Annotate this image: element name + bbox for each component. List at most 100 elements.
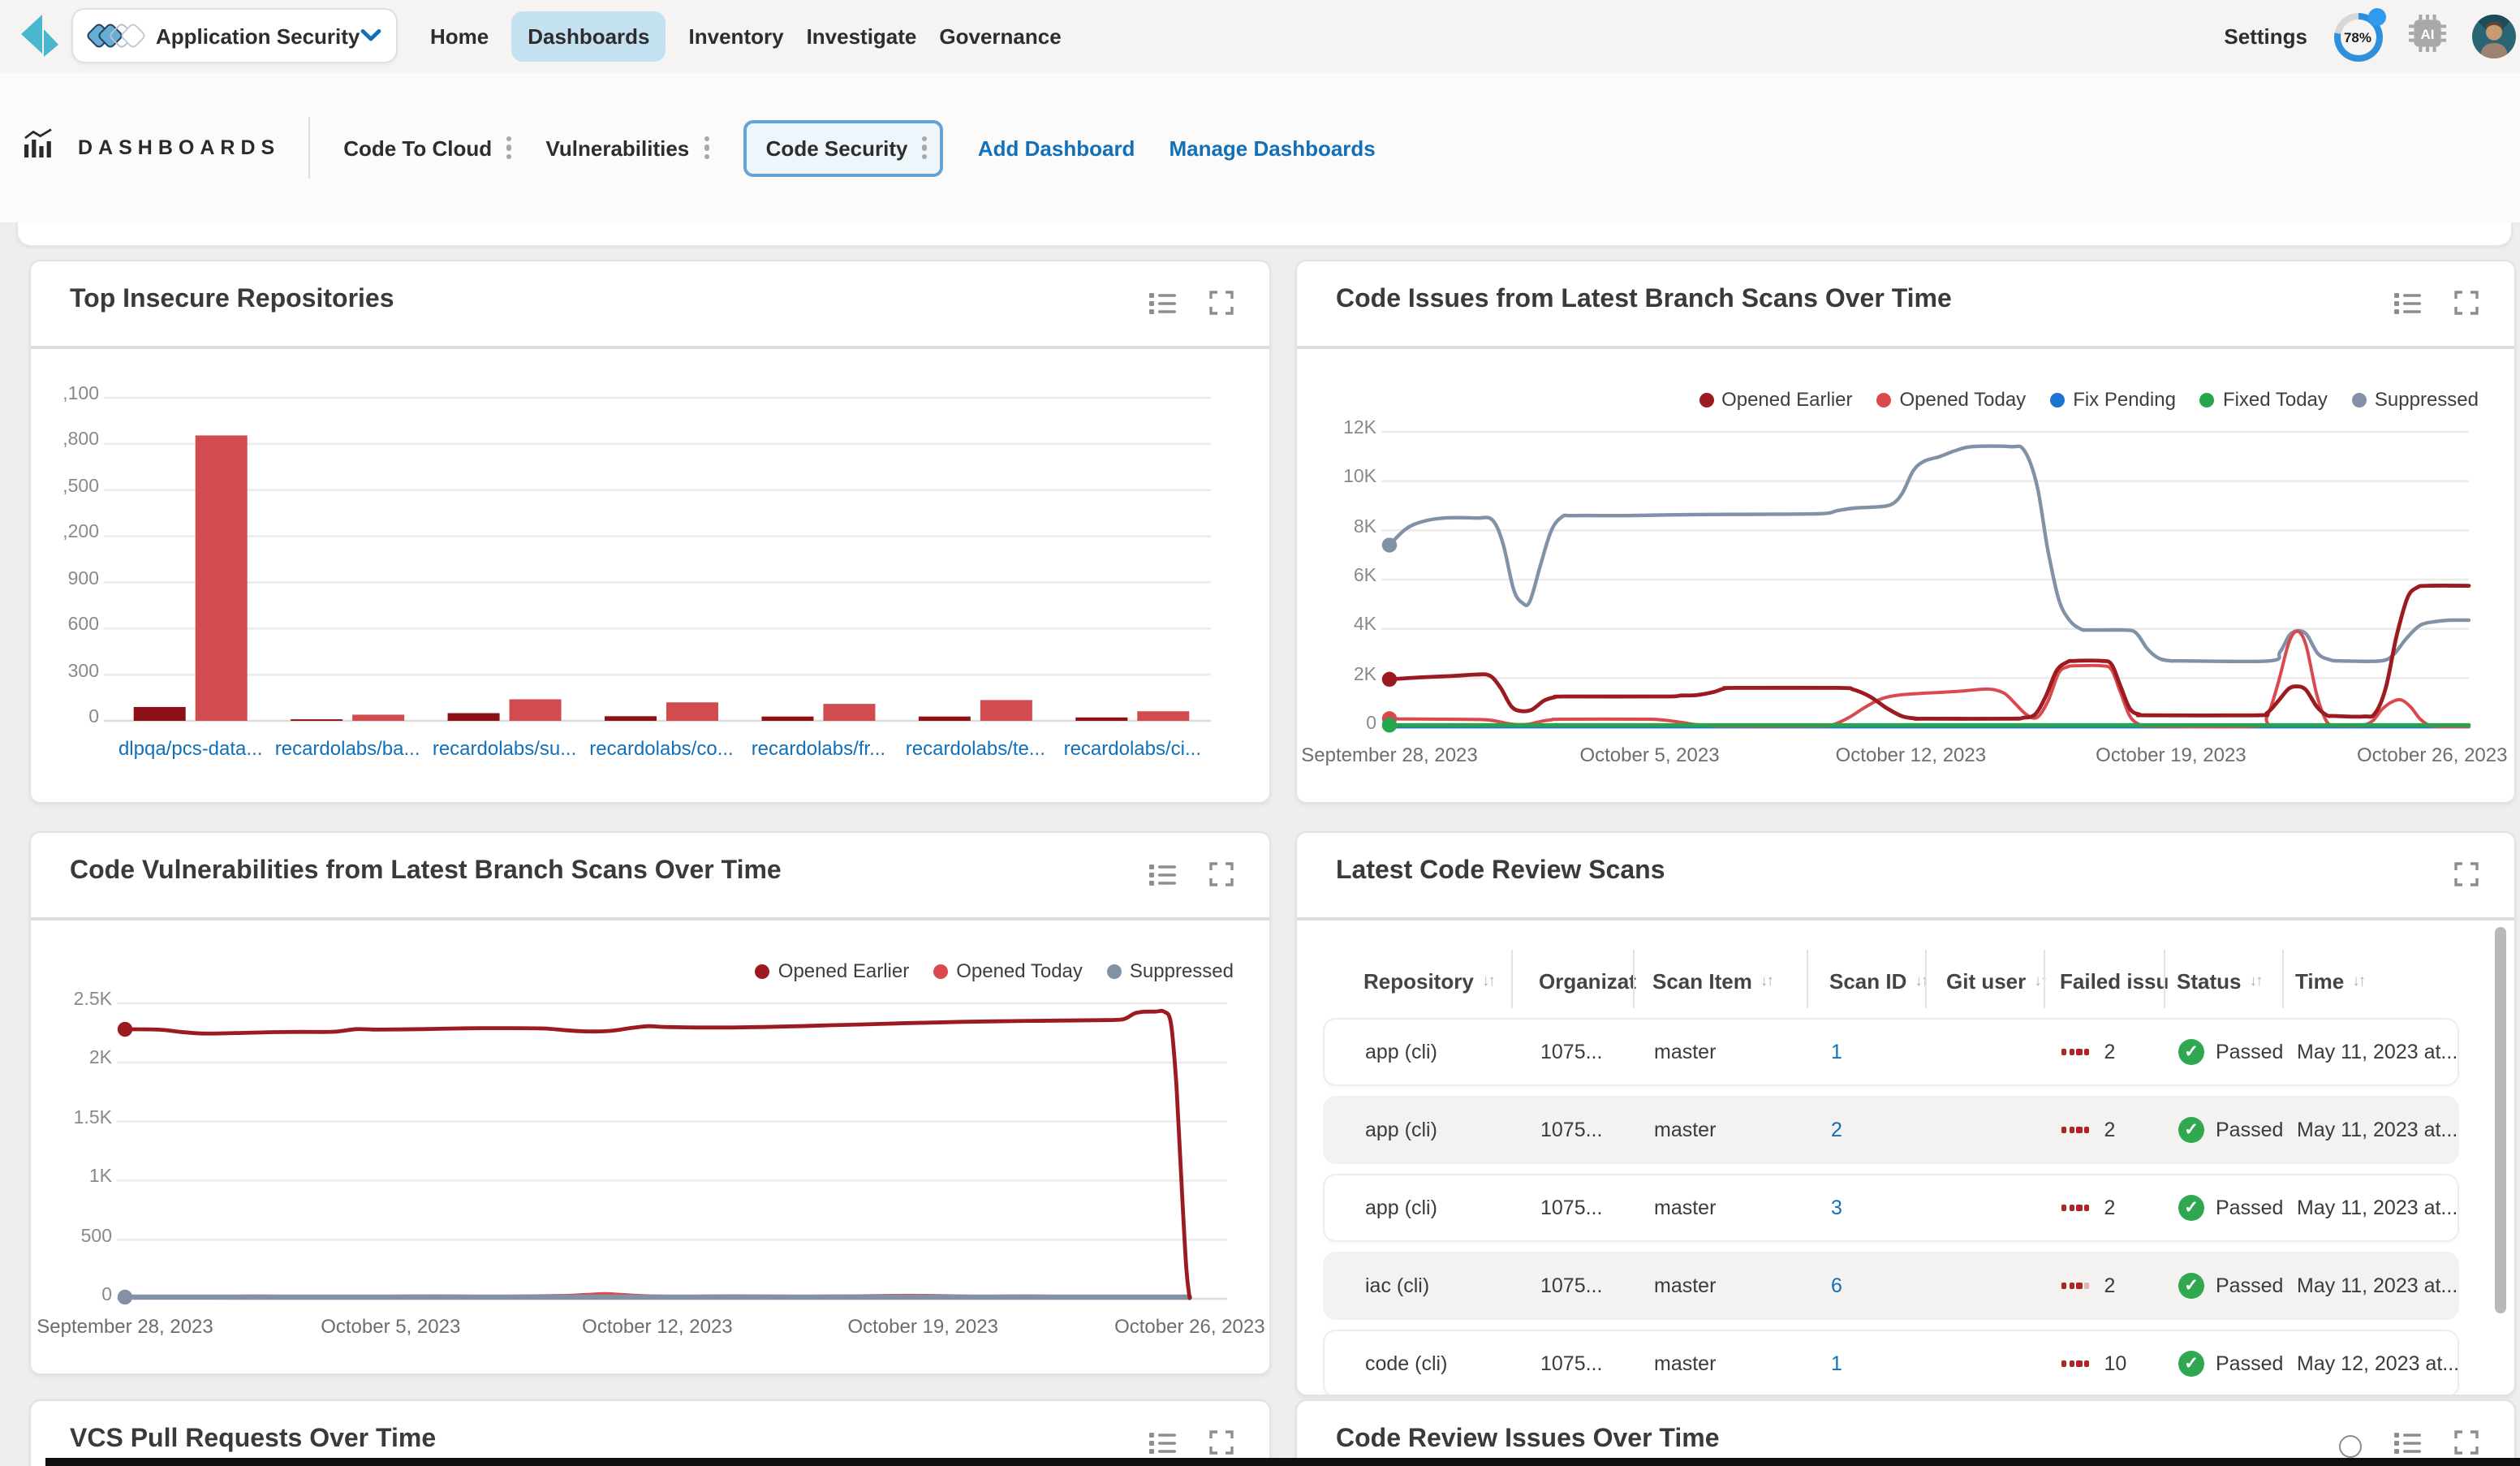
series-line-opened-earlier [125,1011,1190,1298]
column-header-scan-item[interactable]: Scan Item↓↑ [1652,959,1773,1002]
nav-home[interactable]: Home [430,24,489,49]
scan-id-link[interactable]: 1 [1831,1020,1842,1084]
bottom-edge-band [45,1458,2520,1466]
y-tick-label: 12K [1299,419,1376,438]
progress-value: 78% [2340,19,2376,54]
passed-check-icon: ✓ [2178,1117,2204,1143]
passed-check-icon: ✓ [2178,1039,2204,1065]
bar[interactable] [605,716,657,721]
bar[interactable] [823,704,875,721]
column-header-scan-id[interactable]: Scan ID↓↑ [1829,959,1927,1002]
x-axis-label: September 28, 2023 [37,1315,213,1338]
progress-ring[interactable]: 78% [2333,12,2382,61]
bar[interactable] [919,717,971,721]
card-code-issues-over-time: Code Issues from Latest Branch Scans Ove… [1295,260,2516,804]
nav-governance[interactable]: Governance [939,24,1061,49]
card-code-review-issues-over-time: Code Review Issues Over Time [1295,1399,2516,1466]
scan-id-link[interactable]: 2 [1831,1097,1842,1162]
column-divider [2282,950,2284,1008]
y-tick-label: 1K [34,1167,112,1187]
add-dashboard-link[interactable]: Add Dashboard [978,136,1135,160]
column-header-repository[interactable]: Repository↓↑ [1363,959,1494,1002]
x-axis-label: October 12, 2023 [1836,744,1986,766]
y-tick-label: 4K [1299,616,1376,636]
failed-issues-dots-icon [2061,1050,2090,1054]
scan-id-link[interactable]: 6 [1831,1253,1842,1318]
manage-dashboards-link[interactable]: Manage Dashboards [1169,136,1375,160]
x-axis-label: October 19, 2023 [847,1315,997,1338]
nav-settings[interactable]: Settings [2224,24,2307,49]
dashboard-tab-vulnerabilities[interactable]: Vulnerabilities [546,136,709,160]
avatar[interactable] [2471,15,2515,58]
bar[interactable] [352,714,404,721]
series-start-dot [1382,718,1397,732]
nav-inventory[interactable]: Inventory [689,24,784,49]
column-divider [2164,950,2165,1008]
y-tick-label: 0 [29,708,99,727]
table-scrollbar[interactable] [2495,927,2506,1313]
x-axis-label: October 26, 2023 [2357,744,2507,766]
sort-icon[interactable]: ↓↑ [1482,972,1494,990]
bar[interactable] [1137,711,1189,721]
column-header-status[interactable]: Status↓↑ [2177,959,2261,1002]
svg-text:AI: AI [2420,26,2434,41]
y-tick-label: 6K [1299,567,1376,586]
sort-icon[interactable]: ↓↑ [2352,972,2364,990]
repository-link[interactable]: recardolabs/su... [433,737,576,760]
bar[interactable] [291,719,342,721]
y-tick-label: 2K [1299,665,1376,684]
repository-link[interactable]: recardolabs/co... [589,737,733,760]
ai-chip-icon[interactable]: AI [2408,14,2445,59]
bar-chart-icon [23,128,54,167]
nav-dashboards[interactable]: Dashboards [511,11,666,62]
kebab-menu-icon[interactable] [923,136,928,159]
column-divider [1925,950,1927,1008]
scan-id-link[interactable]: 1 [1831,1331,1842,1396]
partially-scrolled-card-edge [16,222,2512,247]
repository-link[interactable]: recardolabs/te... [906,737,1045,760]
table-row: app (cli)1075...master22✓PassedMay 11, 2… [1323,1096,2459,1164]
card-title: VCS Pull Requests Over Time [70,1425,436,1455]
y-tick-label: ,200 [29,524,99,543]
bar[interactable] [196,435,248,721]
notification-dot-icon [2367,7,2385,25]
bar[interactable] [980,700,1032,721]
line-chart: 02K4K6K8K10K12KSeptember 28, 2023October… [1297,261,2514,802]
failed-issues-dots-icon [2061,1205,2090,1210]
bar[interactable] [134,707,186,721]
bar[interactable] [666,702,718,721]
dashboard-tab-code-security-selected[interactable]: Code Security [743,119,944,176]
app-root: Application Security Home Dashboards Inv… [0,0,2520,1466]
failed-issues-dots-icon [2061,1128,2090,1132]
repository-link[interactable]: dlpqa/pcs-data... [118,737,262,760]
repository-link[interactable]: recardolabs/ba... [275,737,420,760]
bar[interactable] [1075,718,1127,721]
column-header-organizat: Organizat [1539,959,1636,1002]
bar-chart: 0300600900,200,500,800,100dlpqa/pcs-data… [31,261,1269,802]
sort-icon[interactable]: ↓↑ [1760,972,1773,990]
repository-link[interactable]: recardolabs/ci... [1064,737,1201,760]
scans-table: Repository↓↑ Organizat Scan Item↓↑ Scan ID↓… [1297,833,2514,1395]
failed-issues-dots-icon [2061,1361,2090,1366]
kebab-menu-icon[interactable] [506,136,511,159]
y-tick-label: 1.5K [34,1109,112,1128]
bar[interactable] [510,699,562,721]
nav-investigate[interactable]: Investigate [807,24,917,49]
repository-link[interactable]: recardolabs/fr... [752,737,885,760]
dashboard-tab-code-to-cloud[interactable]: Code To Cloud [343,136,511,160]
table-row: code (cli)1075...master110✓PassedMay 12,… [1323,1330,2459,1396]
top-nav-right: Settings 78% AI [2224,0,2515,73]
column-header-git-user[interactable]: Git user↓↑ [1946,959,2046,1002]
bar[interactable] [448,714,500,721]
scan-id-link[interactable]: 3 [1831,1175,1842,1240]
column-divider [1633,950,1635,1008]
y-tick-label: 300 [29,662,99,681]
kebab-menu-icon[interactable] [704,136,709,159]
sort-icon[interactable]: ↓↑ [2249,972,2261,990]
product-selector[interactable]: Application Security [71,8,398,63]
prisma-cloud-logo[interactable] [18,13,58,67]
bar[interactable] [761,717,813,721]
x-axis-label: September 28, 2023 [1301,744,1478,766]
x-axis-label: October 5, 2023 [1579,744,1719,766]
column-header-time[interactable]: Time↓↑ [2295,959,2364,1002]
